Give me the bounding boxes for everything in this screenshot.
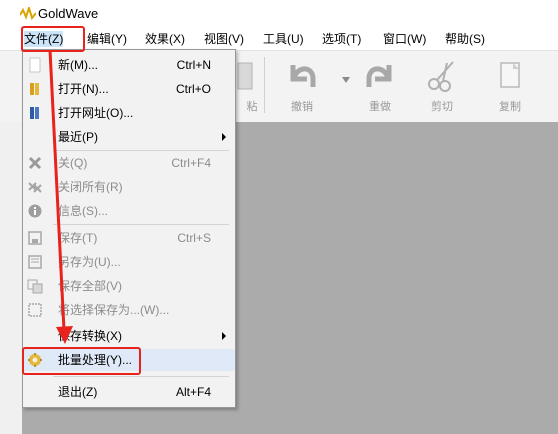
annotation-arrow [48,49,73,344]
goldwave-window: GoldWave 文件(Z) 编辑(Y) 效果(X) 视图(V) 工具(U) 选… [0,0,558,434]
